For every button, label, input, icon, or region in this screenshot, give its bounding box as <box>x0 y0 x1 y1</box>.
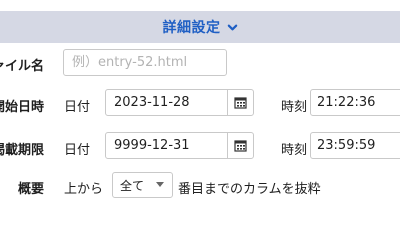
summary-column-select[interactable]: 全て <box>112 172 173 198</box>
calendar-icon[interactable] <box>227 133 253 158</box>
chevron-down-icon <box>227 24 237 30</box>
publish-start-time-label: 時刻 <box>281 100 308 115</box>
publish-end-date-label: 日付 <box>64 143 91 158</box>
publish-end-date-value: 9999-12-31 <box>114 138 190 153</box>
chevron-down-icon <box>156 182 165 187</box>
publish-start-time-value: 21:22:36 <box>317 95 376 110</box>
entry-settings-panel: 詳細設定 ファイル名 公開開始日時 日付 2023-11-28 時刻 21:22… <box>0 0 400 212</box>
filename-input[interactable] <box>63 49 227 76</box>
publish-start-date-value: 2023-11-28 <box>114 95 190 110</box>
summary-prefix: 上から <box>64 182 104 197</box>
filename-label: ファイル名 <box>0 59 44 74</box>
publish-end-time-label: 時刻 <box>281 143 308 158</box>
publish-start-time-field[interactable]: 21:22:36 <box>310 89 400 116</box>
publish-start-date-field[interactable]: 2023-11-28 <box>105 89 254 116</box>
section-title: 詳細設定 <box>162 20 221 36</box>
publish-end-label: 掲載期限 <box>0 143 44 158</box>
summary-select-value: 全て <box>120 178 145 193</box>
summary-suffix: 番目までのカラムを抜粋 <box>178 182 321 197</box>
publish-end-time-value: 23:59:59 <box>317 138 376 153</box>
publish-end-time-field[interactable]: 23:59:59 <box>310 132 400 159</box>
calendar-icon[interactable] <box>227 90 253 115</box>
publish-start-date-label: 日付 <box>64 100 91 115</box>
publish-start-label: 公開開始日時 <box>0 100 44 115</box>
advanced-settings-toggle[interactable]: 詳細設定 <box>0 11 400 43</box>
publish-end-date-field[interactable]: 9999-12-31 <box>105 132 254 159</box>
summary-label: 概要 <box>17 182 44 197</box>
